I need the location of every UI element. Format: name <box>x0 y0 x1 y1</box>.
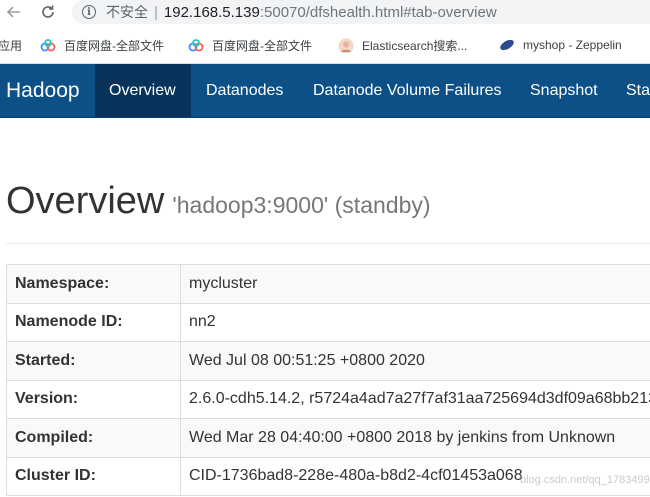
zeppelin-icon <box>500 39 514 51</box>
hadoop-navbar: Hadoop Overview Datanodes Datanode Volum… <box>0 64 650 118</box>
row-key: Compiled: <box>6 418 181 458</box>
url-separator: | <box>154 3 158 21</box>
row-value: nn2 <box>180 302 650 342</box>
url-path: :50070/dfshealth.html#tab-overview <box>259 3 497 21</box>
page-header: Overview 'hadoop3:9000' (standby) <box>6 180 650 223</box>
watermark: blog.csdn.net/qq_17834994071 <box>520 474 650 486</box>
table-row: Compiled: Wed Mar 28 04:40:00 +0800 2018… <box>6 418 650 458</box>
baidu-pan-icon <box>188 38 204 51</box>
page-subtitle: 'hadoop3:9000' (standby) <box>172 192 431 218</box>
brand-logo[interactable]: Hadoop <box>6 64 80 117</box>
row-value: Wed Mar 28 04:40:00 +0800 2018 by jenkin… <box>180 418 650 458</box>
back-button[interactable] <box>4 2 24 22</box>
row-key: Version: <box>6 379 181 419</box>
table-row: Started: Wed Jul 08 00:51:25 +0800 2020 <box>6 341 650 381</box>
row-value: 2.6.0-cdh5.14.2, r5724a4ad7a27f7af31aa72… <box>180 379 650 419</box>
row-value: mycluster <box>180 264 650 304</box>
row-key: Namespace: <box>6 264 181 304</box>
browser-toolbar: i 不安全 | 192.168.5.139:50070/dfshealth.ht… <box>0 0 650 26</box>
table-row: Namenode ID: nn2 <box>6 302 650 342</box>
overview-table: Namespace: mycluster Namenode ID: nn2 St… <box>6 264 650 496</box>
tab-datanodes[interactable]: Datanodes <box>192 64 297 117</box>
tab-snapshot[interactable]: Snapshot <box>516 64 612 117</box>
header-divider <box>6 243 650 244</box>
reload-icon <box>42 5 54 18</box>
table-row: Version: 2.6.0-cdh5.14.2, r5724a4ad7a27f… <box>6 379 650 419</box>
bookmark-baidu-pan-1[interactable]: 百度网盘-全部文件 <box>40 37 164 54</box>
bookmark-label: 应用 <box>0 39 23 53</box>
address-bar[interactable]: i 不安全 | 192.168.5.139:50070/dfshealth.ht… <box>72 0 650 24</box>
bookmark-elasticsearch[interactable]: Elasticsearch搜索... <box>338 37 467 54</box>
bookmark-label: Elasticsearch搜索... <box>362 39 468 53</box>
table-row: Namespace: mycluster <box>6 264 650 304</box>
tab-datanode-volume-failures[interactable]: Datanode Volume Failures <box>299 64 516 117</box>
row-key: Namenode ID: <box>6 302 181 342</box>
tab-startup-progress[interactable]: Startup Progress <box>612 64 650 117</box>
bookmark-label: 百度网盘-全部文件 <box>212 39 312 53</box>
not-secure-label: 不安全 <box>106 4 148 20</box>
avatar-icon <box>338 38 354 53</box>
bookmark-zeppelin[interactable]: myshop - Zeppelin <box>499 37 622 53</box>
reload-button[interactable] <box>38 2 58 22</box>
arrow-left-icon <box>6 6 20 18</box>
row-value: Wed Jul 08 00:51:25 +0800 2020 <box>180 341 650 381</box>
bookmark-label: 百度网盘-全部文件 <box>64 39 164 53</box>
row-key: Started: <box>6 341 181 381</box>
bookmark-apps[interactable]: 应用 <box>0 37 22 54</box>
bookmarks-bar: 应用 百度网盘-全部文件 百度网盘-全部文件 Elasticsearch搜索..… <box>0 26 650 64</box>
row-key: Cluster ID: <box>6 456 181 496</box>
info-icon[interactable]: i <box>82 5 96 19</box>
bookmark-label: myshop - Zeppelin <box>523 38 622 52</box>
bookmark-baidu-pan-2[interactable]: 百度网盘-全部文件 <box>188 37 312 54</box>
page-title: Overview <box>6 180 165 222</box>
tab-overview[interactable]: Overview <box>95 64 191 117</box>
url-host: 192.168.5.139 <box>163 3 260 21</box>
baidu-pan-icon <box>40 38 56 51</box>
